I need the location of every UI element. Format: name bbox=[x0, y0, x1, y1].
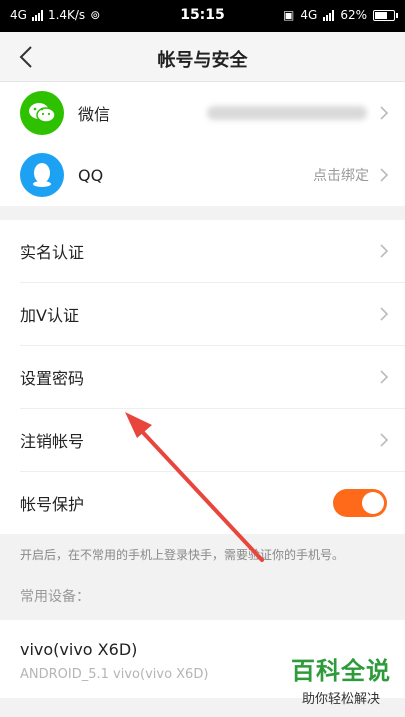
chevron-right-icon bbox=[380, 244, 389, 258]
battery-icon bbox=[373, 9, 398, 21]
alarm-icon: ▣ bbox=[283, 8, 295, 22]
realname-verification-row[interactable]: 实名认证 bbox=[0, 220, 405, 282]
network-type-right: 4G bbox=[300, 8, 318, 22]
status-bar: 4G 1.4K/s ⊚ 15:15 ▣ 4G 62% bbox=[0, 0, 405, 32]
chevron-right-icon bbox=[380, 370, 389, 384]
set-password-row[interactable]: 设置密码 bbox=[0, 346, 405, 408]
cancel-account-label: 注销帐号 bbox=[20, 432, 85, 451]
chevron-right-icon bbox=[380, 307, 389, 321]
qq-label: QQ bbox=[78, 165, 104, 185]
account-protection-label: 帐号保护 bbox=[20, 495, 85, 514]
cancel-account-row[interactable]: 注销帐号 bbox=[0, 409, 405, 471]
chevron-right-icon bbox=[380, 106, 389, 120]
qq-bind-status: 点击绑定 bbox=[313, 168, 369, 184]
set-password-label: 设置密码 bbox=[20, 369, 85, 388]
wechat-account-blurred bbox=[207, 106, 367, 120]
chevron-right-icon bbox=[380, 168, 389, 182]
realname-label: 实名认证 bbox=[20, 243, 85, 262]
nav-bar: 帐号与安全 bbox=[0, 32, 405, 82]
protection-hint: 开启后，在不常用的手机上登录快手，需要验证你的手机号。 bbox=[20, 548, 345, 562]
chevron-right-icon bbox=[380, 433, 389, 447]
v-verification-label: 加V认证 bbox=[20, 306, 79, 325]
qq-binding-row[interactable]: QQ 点击绑定 bbox=[0, 144, 405, 206]
page-title: 帐号与安全 bbox=[157, 50, 248, 71]
wechat-label: 微信 bbox=[78, 105, 111, 124]
social-binding-group: 微信 QQ 点击绑定 bbox=[0, 82, 405, 206]
devices-section-header: 常用设备： bbox=[20, 589, 90, 605]
account-protection-toggle[interactable] bbox=[333, 489, 387, 517]
watermark-subtitle: 助你轻松解决 bbox=[301, 692, 380, 707]
signal-icon-right bbox=[323, 9, 335, 21]
v-verification-row[interactable]: 加V认证 bbox=[0, 283, 405, 345]
wechat-binding-row[interactable]: 微信 bbox=[0, 82, 405, 144]
section-separator bbox=[0, 206, 405, 220]
account-protection-row: 帐号保护 bbox=[0, 472, 405, 534]
watermark-logo: 百科全说 助你轻松解决 bbox=[291, 651, 391, 707]
wechat-icon bbox=[20, 91, 64, 135]
watermark-title: 百科全说 bbox=[291, 657, 391, 685]
battery-percent: 62% bbox=[340, 8, 367, 22]
qq-icon bbox=[20, 153, 64, 197]
account-settings-group: 实名认证 加V认证 设置密码 注销帐号 帐号保护 bbox=[0, 220, 405, 534]
